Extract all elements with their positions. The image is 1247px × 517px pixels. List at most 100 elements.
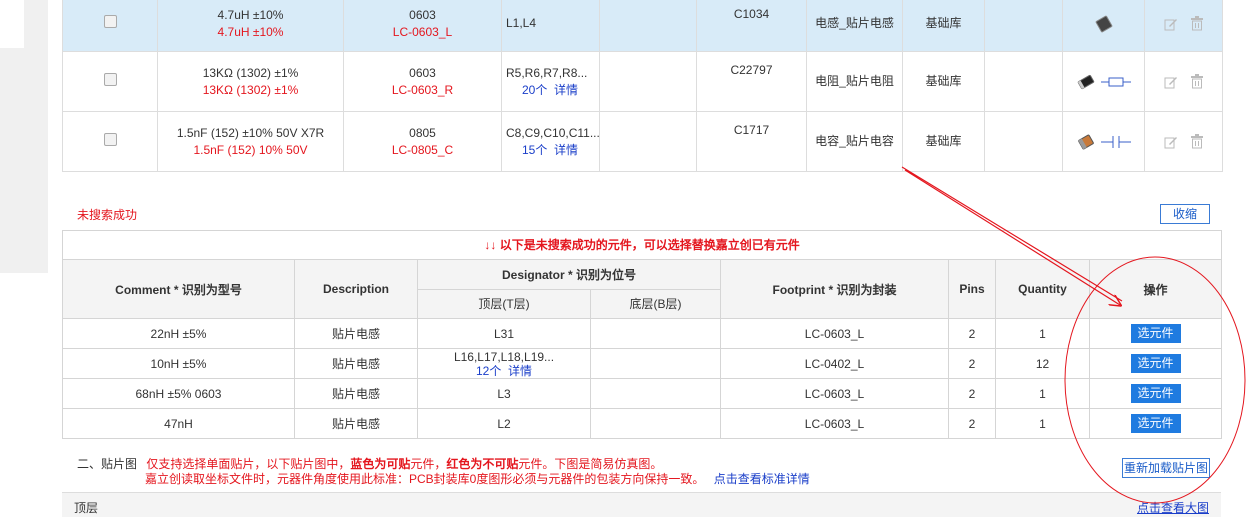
fail-title: 未搜索成功	[77, 208, 138, 222]
designator-detail-link[interactable]: 详情	[508, 364, 532, 378]
quantity-cell: 1	[995, 318, 1090, 349]
select-component-button[interactable]: 选元件	[1130, 384, 1181, 403]
comment-match: 4.7uH ±10%	[217, 24, 284, 39]
action-cell: 选元件	[1088, 378, 1223, 409]
designator-detail-link[interactable]: 详情	[554, 83, 578, 97]
designator: R5,R6,R7,R8...	[506, 65, 588, 80]
header-top-layer: 顶层(T层)	[417, 288, 591, 319]
header-action: 操作	[1088, 259, 1223, 319]
comment-cell: 68nH ±5% 0603	[62, 378, 295, 409]
row-checkbox-cell	[62, 51, 158, 112]
row-checkbox-cell	[62, 0, 158, 52]
designator-count: 12个	[475, 363, 502, 378]
code-cell: C1034	[696, 0, 807, 52]
category: 电感_贴片电感	[815, 16, 894, 30]
footprint-cell: LC-0402_L	[720, 348, 949, 379]
chip-icon	[1077, 74, 1094, 89]
select-component-button[interactable]: 选元件	[1130, 324, 1181, 343]
package-match: LC-0603_L	[392, 24, 453, 39]
delete-icon[interactable]	[1190, 16, 1204, 31]
delete-icon[interactable]	[1190, 134, 1204, 149]
row-checkbox[interactable]	[103, 132, 117, 146]
designator-cell: R5,R6,R7,R8... 20个 详情	[501, 51, 600, 112]
delete-icon[interactable]	[1190, 74, 1204, 89]
footprint-cell: LC-0603_L	[720, 408, 949, 439]
unmatched-row: 10nH ±5% 贴片电感 L16,L17,L18,L19... 12个 详情 LC-0…	[62, 348, 1223, 379]
standard-details-link[interactable]: 点击查看标准详情	[714, 472, 810, 486]
description-cell: 贴片电感	[294, 408, 418, 439]
library: 基础库	[925, 134, 962, 148]
chip-cell	[1062, 111, 1145, 172]
package-match: LC-0805_C	[391, 142, 454, 157]
quantity-cell: 1	[995, 378, 1090, 409]
action-cell: 选元件	[1088, 408, 1223, 439]
top-layer-cell: L16,L17,L18,L19... 12个 详情	[417, 348, 591, 379]
bottom-layer-cell	[590, 378, 721, 409]
category-cell: 电容_贴片电容	[806, 111, 903, 172]
bottom-layer-cell	[590, 348, 721, 379]
top-designator: L2	[497, 416, 511, 431]
blank-cell	[984, 0, 1063, 52]
part-code: C1034	[733, 7, 770, 21]
matched-row: 13KΩ (1302) ±1% 13KΩ (1302) ±1% 0603 LC-060…	[62, 51, 1223, 112]
row-checkbox-cell	[62, 111, 158, 172]
section2-note-a: 仅支持选择单面贴片，以下贴片图中，	[146, 457, 351, 471]
comment-cell: 4.7uH ±10% 4.7uH ±10%	[157, 0, 344, 52]
header-quantity: Quantity	[995, 259, 1090, 319]
category: 电容_贴片电容	[815, 134, 894, 148]
top-designator: L31	[493, 326, 515, 341]
top-designator: L3	[497, 386, 511, 401]
top-designator: L16,L17,L18,L19...	[453, 349, 555, 364]
header-comment: Comment * 识别为型号	[62, 259, 295, 319]
description-cell: 贴片电感	[294, 318, 418, 349]
blank-cell	[984, 111, 1063, 172]
library-cell: 基础库	[902, 111, 985, 172]
row-checkbox[interactable]	[103, 14, 117, 28]
blank-cell	[599, 0, 697, 52]
package: 0805	[409, 125, 436, 140]
comment-cell: 13KΩ (1302) ±1% 13KΩ (1302) ±1%	[157, 51, 344, 112]
designator-detail-link[interactable]: 详情	[554, 143, 578, 157]
section2-note-b: 元件，	[410, 457, 447, 471]
action-cell: 选元件	[1088, 318, 1223, 349]
designator-count: 20个	[522, 82, 548, 97]
header-description: Description	[294, 259, 418, 319]
comment: 1.5nF (152) ±10% 50V X7R	[176, 125, 325, 140]
top-layer-cell: L31	[417, 318, 591, 349]
left-panel-corner	[0, 0, 24, 48]
section2-line2: 嘉立创读取坐标文件时，元器件角度使用此标准：PCB封装库0度图形必须与元器件的包…	[145, 472, 705, 486]
edit-icon[interactable]	[1164, 17, 1178, 31]
quantity-cell: 1	[995, 408, 1090, 439]
unmatched-row: 68nH ±5% 0603 贴片电感 L3 LC-0603_L 2 1 选元件	[62, 378, 1223, 409]
blank-cell	[984, 51, 1063, 112]
blank-cell	[599, 111, 697, 172]
matched-row: 1.5nF (152) ±10% 50V X7R 1.5nF (152) 10% …	[62, 111, 1223, 172]
select-component-button[interactable]: 选元件	[1130, 414, 1181, 433]
view-large-image-link[interactable]: 点击查看大图	[1137, 499, 1209, 516]
matched-components-table: 4.7uH ±10% 4.7uH ±10% 0603 LC-0603_L L1,L4 C1…	[62, 0, 1223, 172]
header-footprint: Footprint * 识别为封装	[720, 259, 949, 319]
select-component-button[interactable]: 选元件	[1130, 354, 1181, 373]
package-cell: 0805 LC-0805_C	[343, 111, 502, 172]
action-cell	[1144, 0, 1223, 52]
bottom-layer-cell	[590, 318, 721, 349]
library-cell: 基础库	[902, 0, 985, 52]
action-cell	[1144, 111, 1223, 172]
edit-icon[interactable]	[1164, 75, 1178, 89]
category: 电阻_贴片电阻	[815, 74, 894, 88]
comment-match: 13KΩ (1302) ±1%	[202, 82, 299, 97]
reload-placement-button[interactable]: 重新加载贴片图	[1122, 458, 1210, 478]
chip-icon	[1077, 134, 1094, 149]
footprint-cell: LC-0603_L	[720, 378, 949, 409]
header-designator: Designator * 识别为位号	[417, 259, 721, 290]
collapse-button[interactable]: 收缩	[1160, 204, 1210, 224]
chip-cell	[1062, 51, 1145, 112]
package: 0603	[409, 65, 436, 80]
row-checkbox[interactable]	[103, 72, 117, 86]
pins-cell: 2	[948, 408, 996, 439]
unmatched-components-table: ↓↓ 以下是未搜索成功的元件，可以选择替换嘉立创已有元件 Comment * 识…	[61, 230, 1223, 439]
comment-cell: 47nH	[62, 408, 295, 439]
comment-cell: 1.5nF (152) ±10% 50V X7R 1.5nF (152) 10% …	[157, 111, 344, 172]
comment: 4.7uH ±10%	[217, 7, 284, 22]
edit-icon[interactable]	[1164, 135, 1178, 149]
